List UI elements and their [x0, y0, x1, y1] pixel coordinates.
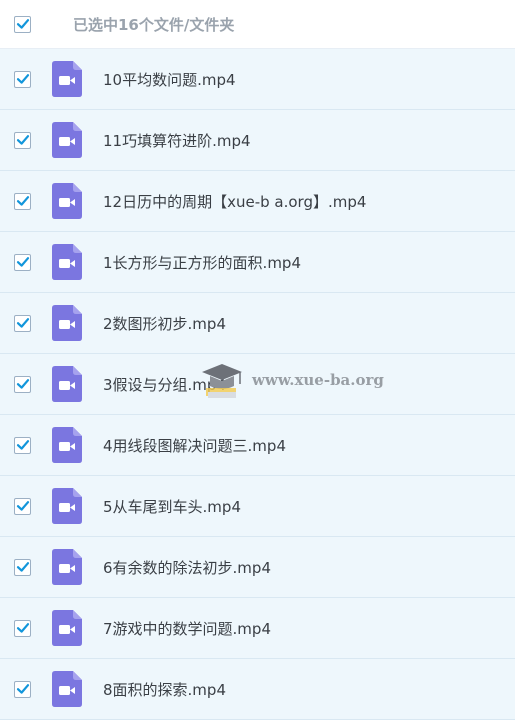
- file-row[interactable]: 12日历中的周期【xue-b a.org】.mp4: [0, 171, 515, 232]
- file-row[interactable]: 2数图形初步.mp4: [0, 293, 515, 354]
- video-file-icon: [52, 305, 82, 341]
- checkmark-icon: [16, 19, 29, 29]
- file-name: 8面积的探索.mp4: [103, 680, 226, 699]
- video-file-icon: [52, 610, 82, 646]
- checkmark-icon: [16, 196, 29, 206]
- file-checkbox[interactable]: [14, 253, 31, 271]
- file-name: 12日历中的周期【xue-b a.org】.mp4: [103, 192, 367, 211]
- video-file-icon: [52, 366, 82, 402]
- file-checkbox[interactable]: [14, 619, 31, 637]
- select-all-checkbox[interactable]: [14, 15, 31, 33]
- file-row[interactable]: 10平均数问题.mp4: [0, 49, 515, 110]
- file-checkbox[interactable]: [14, 375, 31, 393]
- video-file-icon: [52, 671, 82, 707]
- video-file-icon: [52, 244, 82, 280]
- file-row[interactable]: 3假设与分组.mp4: [0, 354, 515, 415]
- file-checkbox[interactable]: [14, 131, 31, 149]
- video-file-icon: [52, 427, 82, 463]
- file-row[interactable]: 11巧填算符进阶.mp4: [0, 110, 515, 171]
- file-name: 5从车尾到车头.mp4: [103, 497, 241, 516]
- file-name: 6有余数的除法初步.mp4: [103, 558, 271, 577]
- checkmark-icon: [16, 440, 29, 450]
- file-name: 1长方形与正方形的面积.mp4: [103, 253, 301, 272]
- video-file-icon: [52, 122, 82, 158]
- file-row[interactable]: 1长方形与正方形的面积.mp4: [0, 232, 515, 293]
- file-checkbox[interactable]: [14, 192, 31, 210]
- checkmark-icon: [16, 562, 29, 572]
- file-checkbox[interactable]: [14, 436, 31, 454]
- checkmark-icon: [16, 74, 29, 84]
- file-list: 10平均数问题.mp4 11巧填算符进阶.mp4 12日历中的周期【xue-b …: [0, 49, 515, 720]
- file-name: 7游戏中的数学问题.mp4: [103, 619, 271, 638]
- file-name: 2数图形初步.mp4: [103, 314, 226, 333]
- video-file-icon: [52, 549, 82, 585]
- checkmark-icon: [16, 379, 29, 389]
- selection-count-label: 已选中16个文件/文件夹: [73, 15, 235, 34]
- file-row[interactable]: 7游戏中的数学问题.mp4: [0, 598, 515, 659]
- checkmark-icon: [16, 501, 29, 511]
- checkmark-icon: [16, 318, 29, 328]
- checkmark-icon: [16, 257, 29, 267]
- file-checkbox[interactable]: [14, 558, 31, 576]
- selection-header: 已选中16个文件/文件夹: [0, 0, 515, 49]
- checkmark-icon: [16, 135, 29, 145]
- checkmark-icon: [16, 684, 29, 694]
- video-file-icon: [52, 488, 82, 524]
- checkmark-icon: [16, 623, 29, 633]
- file-row[interactable]: 5从车尾到车头.mp4: [0, 476, 515, 537]
- file-row[interactable]: 6有余数的除法初步.mp4: [0, 537, 515, 598]
- file-name: 11巧填算符进阶.mp4: [103, 131, 251, 150]
- file-row[interactable]: 8面积的探索.mp4: [0, 659, 515, 720]
- file-name: 4用线段图解决问题三.mp4: [103, 436, 286, 455]
- file-checkbox[interactable]: [14, 680, 31, 698]
- file-row[interactable]: 4用线段图解决问题三.mp4: [0, 415, 515, 476]
- file-name: 10平均数问题.mp4: [103, 70, 236, 89]
- video-file-icon: [52, 183, 82, 219]
- video-file-icon: [52, 61, 82, 97]
- file-checkbox[interactable]: [14, 497, 31, 515]
- file-checkbox[interactable]: [14, 314, 31, 332]
- file-checkbox[interactable]: [14, 70, 31, 88]
- file-name: 3假设与分组.mp4: [103, 375, 226, 394]
